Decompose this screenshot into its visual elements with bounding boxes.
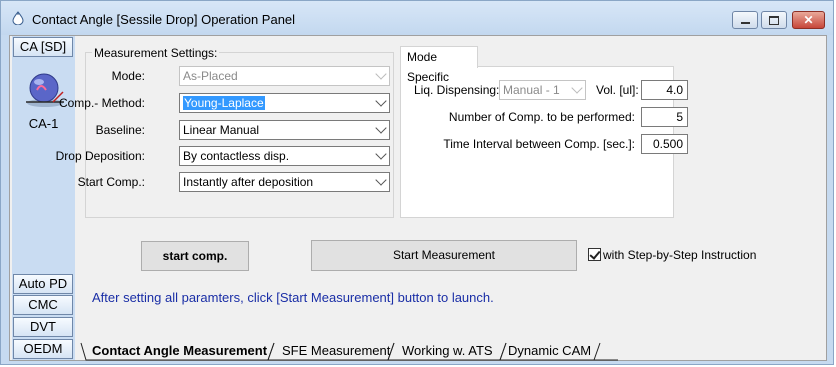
tab-dynamic-cam[interactable]: Dynamic CAM xyxy=(508,342,591,361)
drop-deposition-select[interactable]: By contactless disp. xyxy=(179,146,390,166)
tab-working-ats[interactable]: Working w. ATS xyxy=(402,342,493,361)
instruction-text: After setting all paramters, click [Star… xyxy=(92,290,494,305)
time-interval-input[interactable]: 0.500 xyxy=(641,134,688,154)
client-area: CA [SD] CA-1 Auto PD CMC DVT OEDM Measur… xyxy=(9,35,827,361)
close-button[interactable]: ✕ xyxy=(792,11,825,29)
liq-dispensing-select: Manual - 1 xyxy=(499,80,586,100)
volume-input[interactable]: 4.0 xyxy=(641,80,688,100)
mode-value: As-Placed xyxy=(183,69,238,83)
start-comp-select[interactable]: Instantly after deposition xyxy=(179,172,390,192)
minimize-button[interactable] xyxy=(732,11,758,29)
time-interval-label: Time Interval between Comp. [sec.]: xyxy=(443,137,635,151)
title-bar[interactable]: Contact Angle [Sessile Drop] Operation P… xyxy=(1,1,833,35)
comp-method-label: Comp.- Method: xyxy=(58,96,145,110)
sidebar-button-dvt[interactable]: DVT xyxy=(13,317,73,337)
step-by-step-label: with Step-by-Step Instruction xyxy=(603,248,757,262)
chevron-down-icon xyxy=(375,174,387,186)
app-label: CA-1 xyxy=(28,116,59,131)
baseline-value: Linear Manual xyxy=(183,123,260,137)
start-comp-value: Instantly after deposition xyxy=(183,175,314,189)
mode-label: Mode: xyxy=(111,69,145,83)
chevron-down-icon xyxy=(375,122,387,134)
start-measurement-button[interactable]: Start Measurement xyxy=(311,240,577,271)
maximize-icon xyxy=(769,15,779,25)
minimize-icon xyxy=(740,22,750,24)
drop-deposition-value: By contactless disp. xyxy=(183,149,290,163)
chevron-down-icon xyxy=(375,148,387,160)
step-by-step-checkbox[interactable] xyxy=(588,248,601,261)
mode-select: As-Placed xyxy=(179,66,390,86)
tab-mode-specific[interactable]: Mode Specific xyxy=(400,46,478,84)
tab-sfe-measurement[interactable]: SFE Measurement xyxy=(282,342,390,361)
tab-contact-angle-measurement[interactable]: Contact Angle Measurement xyxy=(92,342,267,361)
baseline-select[interactable]: Linear Manual xyxy=(179,120,390,140)
liq-dispensing-value: Manual - 1 xyxy=(503,83,560,97)
module-sidebar: CA [SD] CA-1 Auto PD CMC DVT OEDM xyxy=(12,36,75,360)
sidebar-button-oedm[interactable]: OEDM xyxy=(13,339,73,359)
baseline-label: Baseline: xyxy=(95,123,145,137)
chevron-down-icon xyxy=(571,82,583,94)
comp-method-select[interactable]: Young-Laplace xyxy=(179,93,390,113)
start-comp-label: Start Comp.: xyxy=(77,175,145,189)
drop-deposition-label: Drop Deposition: xyxy=(55,149,145,163)
sidebar-button-cmc[interactable]: CMC xyxy=(13,295,73,315)
num-comp-input[interactable]: 5 xyxy=(641,107,688,127)
sidebar-button-auto-pd[interactable]: Auto PD xyxy=(13,274,73,294)
window-title: Contact Angle [Sessile Drop] Operation P… xyxy=(32,12,296,27)
liq-dispensing-label: Liq. Dispensing: xyxy=(414,83,500,97)
sidebar-button-ca-sd[interactable]: CA [SD] xyxy=(13,37,73,57)
num-comp-label: Number of Comp. to be performed: xyxy=(448,110,635,124)
volume-label: Vol. [ul]: xyxy=(596,83,639,97)
droplet-icon xyxy=(12,11,24,25)
chevron-down-icon xyxy=(375,68,387,80)
comp-method-value: Young-Laplace xyxy=(183,96,265,110)
close-icon: ✕ xyxy=(803,13,814,27)
operation-panel-window: Contact Angle [Sessile Drop] Operation P… xyxy=(0,0,834,365)
start-comp-button[interactable]: start comp. xyxy=(141,241,249,271)
chevron-down-icon xyxy=(375,95,387,107)
measurement-settings-label: Measurement Settings: xyxy=(92,46,220,60)
maximize-button[interactable] xyxy=(761,11,787,29)
